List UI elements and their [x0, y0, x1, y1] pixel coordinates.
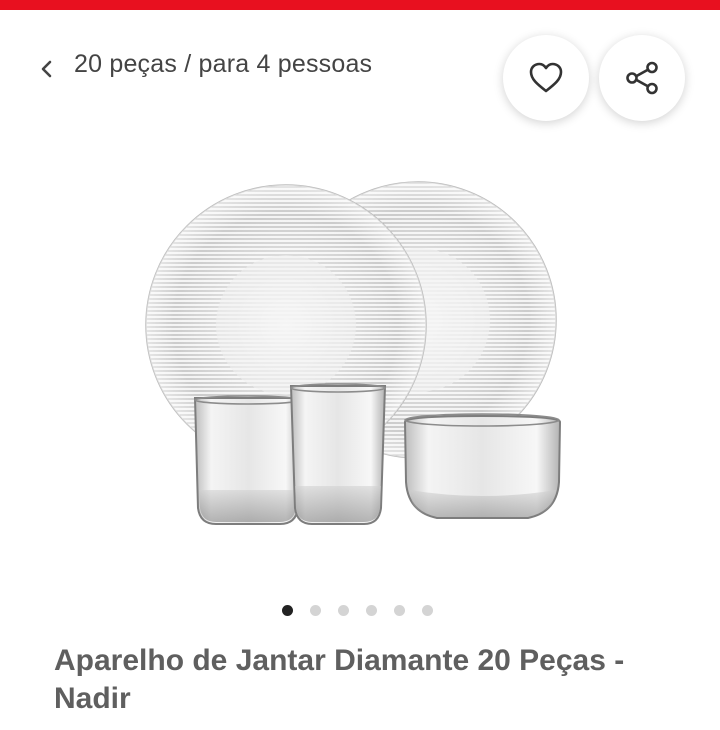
product-title: Aparelho de Jantar Diamante 20 Peças - N… [54, 644, 625, 715]
breadcrumb[interactable]: 20 peças / para 4 pessoas [74, 50, 372, 79]
favorite-button[interactable] [503, 35, 589, 121]
carousel-dot-1[interactable] [281, 604, 293, 616]
share-button[interactable] [599, 35, 685, 121]
glass-middle [289, 383, 387, 525]
carousel-dot-2[interactable] [309, 604, 321, 616]
product-photo [145, 181, 562, 525]
chevron-left-icon [41, 60, 52, 78]
carousel-dot-4[interactable] [365, 604, 377, 616]
product-header: 20 peças / para 4 pessoas [0, 10, 720, 130]
back-button[interactable] [30, 52, 64, 86]
heart-icon [529, 62, 563, 93]
carousel-dot-6[interactable] [421, 604, 433, 616]
share-icon [626, 61, 658, 95]
bowl [404, 413, 562, 519]
carousel-dot-3[interactable] [337, 604, 349, 616]
carousel-pagination [0, 603, 720, 617]
carousel-dot-5[interactable] [393, 604, 405, 616]
brand-top-bar [0, 0, 720, 10]
glass-left [193, 395, 304, 525]
product-image-carousel[interactable] [0, 130, 720, 590]
